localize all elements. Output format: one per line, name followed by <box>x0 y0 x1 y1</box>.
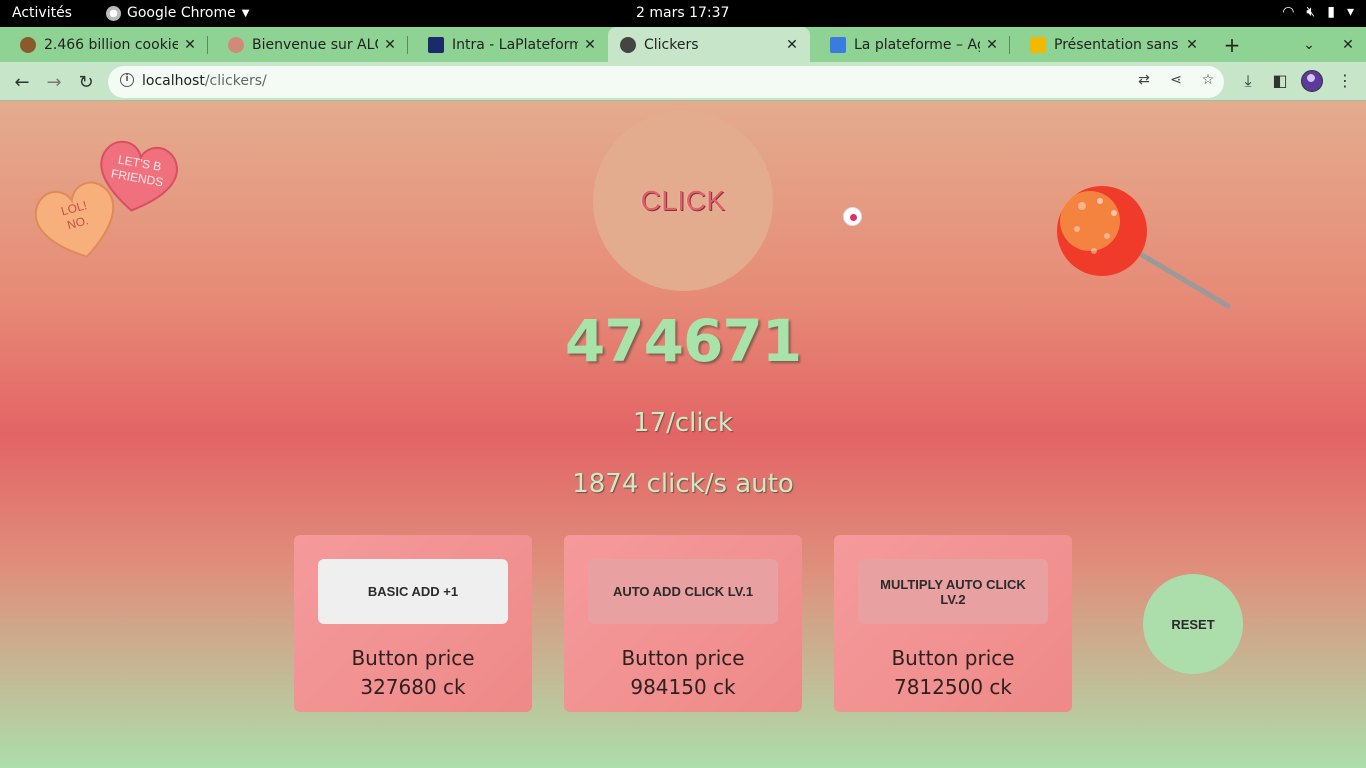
intra-favicon-icon <box>428 36 444 53</box>
auto-add-click-button[interactable]: AUTO ADD CLICK LV.1 <box>588 559 778 624</box>
reload-button[interactable]: ↻ <box>72 68 100 96</box>
tab-title: Clickers <box>644 36 699 53</box>
system-tray[interactable]: ◠ 🔇︎ ▮ ▾ <box>1282 4 1354 20</box>
gnome-top-bar: Activités Google Chrome ▼ 2 mars 17:37 ◠… <box>0 0 1366 27</box>
download-icon[interactable]: ⤓ <box>1237 71 1259 93</box>
price-label: Button price <box>351 646 475 670</box>
close-icon[interactable]: ✕ <box>980 37 1004 53</box>
slides-favicon-icon <box>1030 36 1046 53</box>
forward-button[interactable]: → <box>40 68 68 96</box>
more-menu-icon[interactable]: ⋮ <box>1334 71 1356 93</box>
app-menu-label: Google Chrome <box>127 5 236 21</box>
profile-avatar[interactable] <box>1301 70 1323 92</box>
chevron-down-icon: ▾ <box>1346 4 1354 20</box>
close-icon[interactable]: ✕ <box>1180 37 1204 53</box>
app-menu[interactable]: Google Chrome ▼ <box>106 5 249 21</box>
auto-click-rate: 1874 click/s auto <box>572 469 794 499</box>
tab-strip: 2.466 billion cookies ✕ Bienvenue sur AL… <box>0 27 1366 62</box>
browser-toolbar: ← → ↻ i localhost/clickers/ ⇄ ⋖ ☆ ⤓ ◧ ⋮ <box>0 62 1366 101</box>
share-icon[interactable]: ⋖ <box>1166 72 1186 92</box>
tab-slides[interactable]: Présentation sans ti ✕ <box>1010 27 1210 62</box>
close-icon[interactable]: ✕ <box>178 37 202 53</box>
click-button[interactable]: CLICK <box>593 111 773 291</box>
tab-clickers[interactable]: Clickers ✕ <box>608 27 810 62</box>
tab-title: Intra - LaPlateforme <box>452 36 578 53</box>
address-bar[interactable]: i localhost/clickers/ ⇄ ⋖ ☆ <box>108 66 1224 98</box>
close-icon[interactable]: ✕ <box>780 37 804 53</box>
multiply-auto-click-button[interactable]: MULTIPLY AUTO CLICK LV.2 <box>858 559 1048 624</box>
price-value: 7812500 ck <box>893 675 1012 699</box>
per-click-rate: 17/click <box>633 408 733 438</box>
url-text[interactable]: localhost/clickers/ <box>142 73 267 89</box>
wifi-icon: ◠ <box>1282 4 1295 20</box>
tab-alca[interactable]: Bienvenue sur ALCA ✕ <box>208 27 408 62</box>
upgrade-card-auto-add: AUTO ADD CLICK LV.1 Button price 984150 … <box>564 535 802 712</box>
click-counter: 474671 <box>564 307 802 375</box>
tab-title: Présentation sans ti <box>1054 36 1180 53</box>
url-path: /clickers/ <box>204 73 267 89</box>
price-value: 984150 ck <box>630 675 736 699</box>
tab-calendar[interactable]: La plateforme – Age ✕ <box>810 27 1010 62</box>
reset-button[interactable]: RESET <box>1143 574 1243 674</box>
translate-icon[interactable]: ⇄ <box>1134 72 1154 92</box>
upgrade-card-basic-add: BASIC ADD +1 Button price 327680 ck <box>294 535 532 712</box>
url-host: localhost <box>142 73 205 89</box>
back-button[interactable]: ← <box>8 68 36 96</box>
side-panel-icon[interactable]: ◧ <box>1269 71 1291 93</box>
tab-title: 2.466 billion cookies <box>44 36 178 53</box>
upgrade-card-multiply-auto: MULTIPLY AUTO CLICK LV.2 Button price 78… <box>834 535 1072 712</box>
tab-search-button[interactable]: ⌄ <box>1297 27 1321 62</box>
bookmark-star-icon[interactable]: ☆ <box>1198 72 1218 92</box>
caret-down-icon: ▼ <box>241 7 250 19</box>
tab-intra[interactable]: Intra - LaPlateforme ✕ <box>408 27 608 62</box>
new-tab-button[interactable]: + <box>1220 27 1244 62</box>
mouse-cursor-icon <box>843 207 862 226</box>
clock[interactable]: 2 mars 17:37 <box>636 5 729 21</box>
volume-muted-icon: 🔇︎ <box>1306 4 1316 20</box>
lollipop-decoration <box>1057 186 1231 309</box>
site-info-icon[interactable]: i <box>120 73 134 87</box>
tab-cookies[interactable]: 2.466 billion cookies ✕ <box>0 27 208 62</box>
tab-title: Bienvenue sur ALCA <box>252 36 378 53</box>
battery-icon: ▮ <box>1327 4 1335 20</box>
globe-icon <box>620 36 636 53</box>
close-icon[interactable]: ✕ <box>578 37 602 53</box>
window-close-button[interactable]: ✕ <box>1336 27 1360 62</box>
price-value: 327680 ck <box>360 675 466 699</box>
cookie-favicon-icon <box>20 36 36 53</box>
close-icon[interactable]: ✕ <box>378 37 402 53</box>
activities-button[interactable]: Activités <box>12 5 72 21</box>
candy-hearts-decoration: LET'S B FRIENDS LOL! NO. <box>34 140 178 258</box>
chrome-icon <box>106 5 121 21</box>
clicker-page: LET'S B FRIENDS LOL! NO. CLICK 474671 17… <box>0 101 1366 768</box>
price-label: Button price <box>621 646 745 670</box>
calendar-favicon-icon <box>830 36 846 53</box>
price-label: Button price <box>891 646 1015 670</box>
alca-favicon-icon <box>228 36 244 53</box>
tab-title: La plateforme – Age <box>854 36 980 53</box>
basic-add-button[interactable]: BASIC ADD +1 <box>318 559 508 624</box>
